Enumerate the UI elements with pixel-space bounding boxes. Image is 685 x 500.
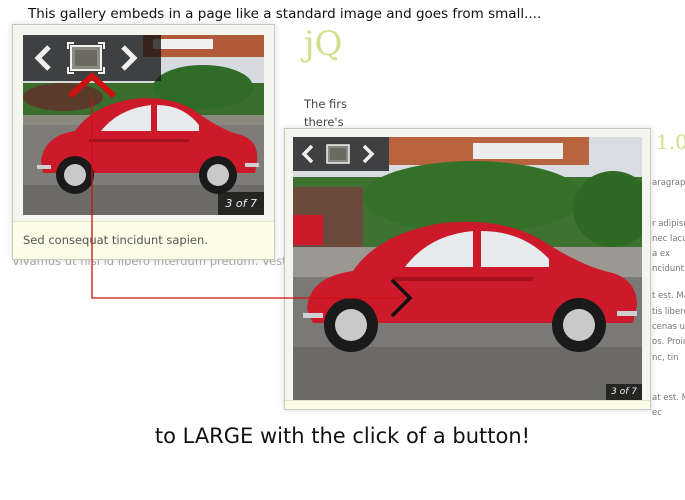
page-text-line: ec xyxy=(652,408,662,418)
prev-button[interactable] xyxy=(23,35,65,81)
top-caption: This gallery embeds in a page like a sta… xyxy=(28,6,542,22)
page-text-line: a ex xyxy=(652,249,671,259)
image-counter: 3 of 7 xyxy=(606,384,642,400)
page-text-line: r adipisc xyxy=(652,219,685,229)
page-text-line: tis libero xyxy=(652,307,685,317)
prev-arrow-icon xyxy=(34,45,51,71)
page-text-line: nec lacu xyxy=(652,234,685,244)
page-heading: jQ xyxy=(304,24,343,64)
next-arrow-icon xyxy=(362,144,375,164)
fullscreen-icon xyxy=(67,42,105,74)
page-text-line: at est. M xyxy=(652,393,685,403)
page-text-line: os. Proin xyxy=(652,337,685,347)
car-photo-icon xyxy=(293,137,642,400)
page-text-line: ncidunt xyxy=(652,264,684,274)
small-gallery: 3 of 7 Sed consequat tincidunt sapien. xyxy=(12,24,275,260)
gallery-photo[interactable]: 3 of 7 xyxy=(23,35,264,215)
page-text-line: cenas ult xyxy=(652,322,685,332)
page-paragraph: The firs there's xyxy=(304,97,348,129)
next-button[interactable] xyxy=(353,137,383,171)
next-arrow-icon xyxy=(121,45,138,71)
image-counter: 3 of 7 xyxy=(218,192,264,215)
page-heading-version: 1.0 xyxy=(656,130,685,154)
fullscreen-button[interactable] xyxy=(323,137,353,171)
prev-arrow-icon xyxy=(301,144,314,164)
gallery-nav-bar xyxy=(23,35,161,81)
gallery-photo[interactable]: 3 of 7 xyxy=(293,137,642,400)
page-text-line: t est. Ma xyxy=(652,291,685,301)
bottom-caption: to LARGE with the click of a button! xyxy=(154,424,531,448)
image-caption-strip xyxy=(285,400,650,409)
page-text-line: nc, tin xyxy=(652,353,679,363)
next-button[interactable] xyxy=(107,35,149,81)
prev-button[interactable] xyxy=(293,137,323,171)
fullscreen-button[interactable] xyxy=(65,35,107,81)
fullscreen-icon xyxy=(326,144,350,164)
large-gallery: 3 of 7 xyxy=(284,128,651,410)
gallery-nav-bar xyxy=(293,137,389,171)
page-text-line: aragraph xyxy=(652,178,685,188)
image-caption: Sed consequat tincidunt sapien. xyxy=(13,221,274,259)
